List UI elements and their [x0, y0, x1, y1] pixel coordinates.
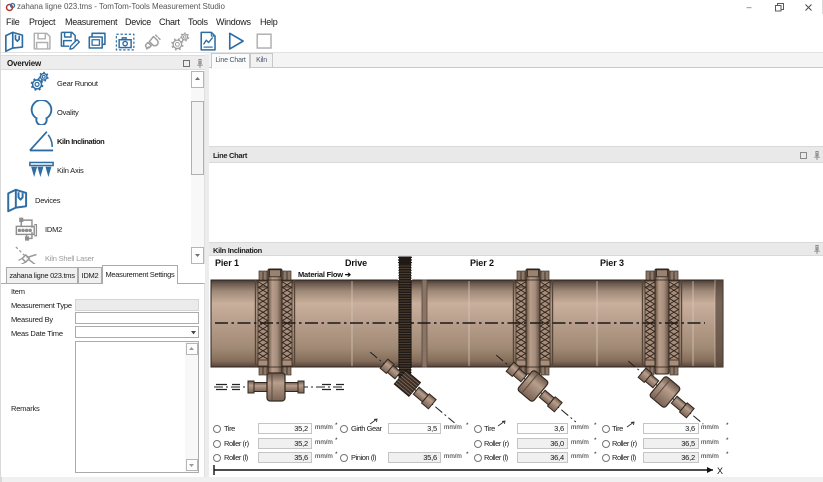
svg-text:Drive: Drive — [345, 258, 367, 268]
svg-text:Pier 2: Pier 2 — [470, 258, 494, 268]
svg-text:X: X — [717, 466, 723, 476]
svg-text:Pier 3: Pier 3 — [600, 258, 624, 268]
svg-text:Material Flow ➔: Material Flow ➔ — [298, 270, 352, 279]
svg-text:Pier 1: Pier 1 — [215, 258, 239, 268]
